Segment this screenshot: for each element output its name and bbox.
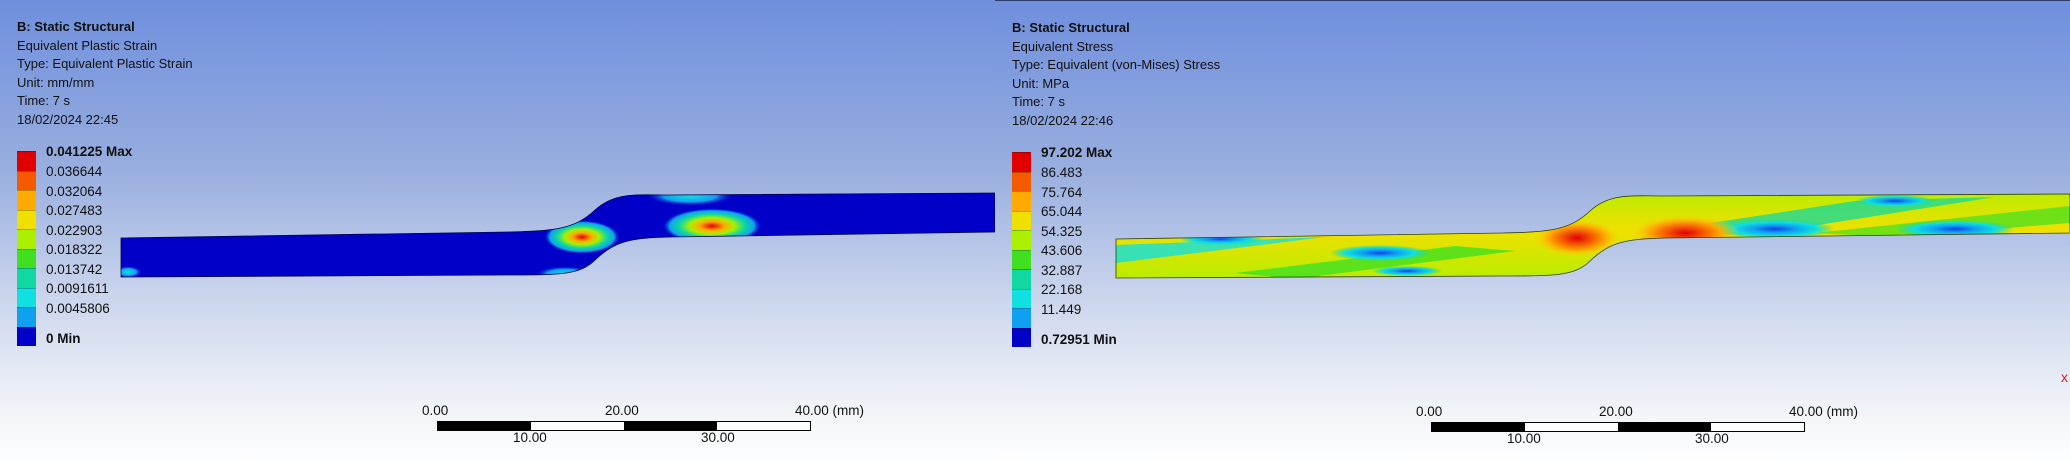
- scale-label: 20.00: [1599, 404, 1633, 419]
- scale-label: 0.00: [1416, 404, 1443, 419]
- scale-label: 30.00: [701, 430, 735, 445]
- contour-hotspot: [535, 266, 595, 277]
- scale-label: 0.00: [422, 403, 449, 418]
- scale-label: 40.00 (mm): [795, 403, 865, 418]
- contour-band: [1591, 254, 1639, 272]
- scale-label: 30.00: [1695, 431, 1729, 446]
- plate-contour-equivalent-stress[interactable]: [995, 1, 2070, 467]
- viewport-equivalent-stress[interactable]: B: Static Structural Equivalent Stress T…: [995, 0, 2070, 467]
- contour-low-spot: [1372, 266, 1442, 276]
- scale-track: [437, 421, 811, 431]
- contour-hotspot: [121, 266, 142, 277]
- contour-hotspot: [1630, 215, 1740, 251]
- plate-contour-plastic-strain[interactable]: [0, 0, 995, 467]
- scale-track: [1431, 422, 1805, 432]
- axis-triad-icon[interactable]: x: [2061, 369, 2068, 385]
- contour-hotspot: [662, 208, 762, 244]
- contour-hotspot: [1533, 219, 1621, 257]
- scale-label: 20.00: [605, 403, 639, 418]
- scale-label: 10.00: [513, 430, 547, 445]
- contour-low-spot: [1330, 245, 1430, 261]
- contour-hotspot: [646, 193, 734, 206]
- contour-low-spot: [1179, 233, 1263, 245]
- scale-label: 10.00: [1507, 431, 1541, 446]
- scale-label: 40.00 (mm): [1789, 404, 1859, 419]
- viewport-plastic-strain[interactable]: B: Static Structural Equivalent Plastic …: [0, 0, 995, 467]
- contour-low-spot: [1855, 195, 1935, 207]
